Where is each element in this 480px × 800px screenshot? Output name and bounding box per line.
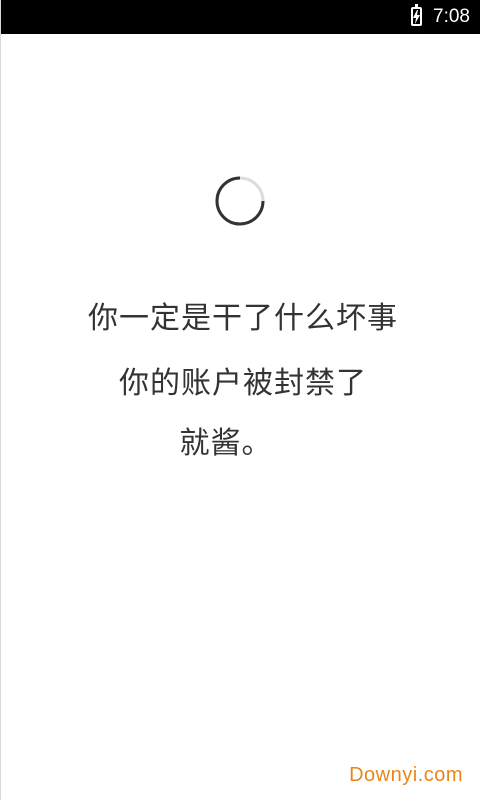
message-line-1: 你一定是干了什么坏事	[88, 301, 398, 336]
status-time: 7:08	[433, 6, 470, 27]
battery-charging-icon	[411, 4, 422, 26]
status-bar: 7:08	[1, 0, 480, 34]
loading-spinner-icon	[215, 176, 265, 226]
app-screen: 7:08 你一定是干了什么坏事 你的账户被封禁了 就酱。 Downyi.com	[0, 0, 480, 800]
message-line-2: 你的账户被封禁了	[119, 366, 367, 401]
watermark-logo: Downyi.com	[349, 764, 463, 786]
message-line-3: 就酱。	[179, 426, 273, 461]
